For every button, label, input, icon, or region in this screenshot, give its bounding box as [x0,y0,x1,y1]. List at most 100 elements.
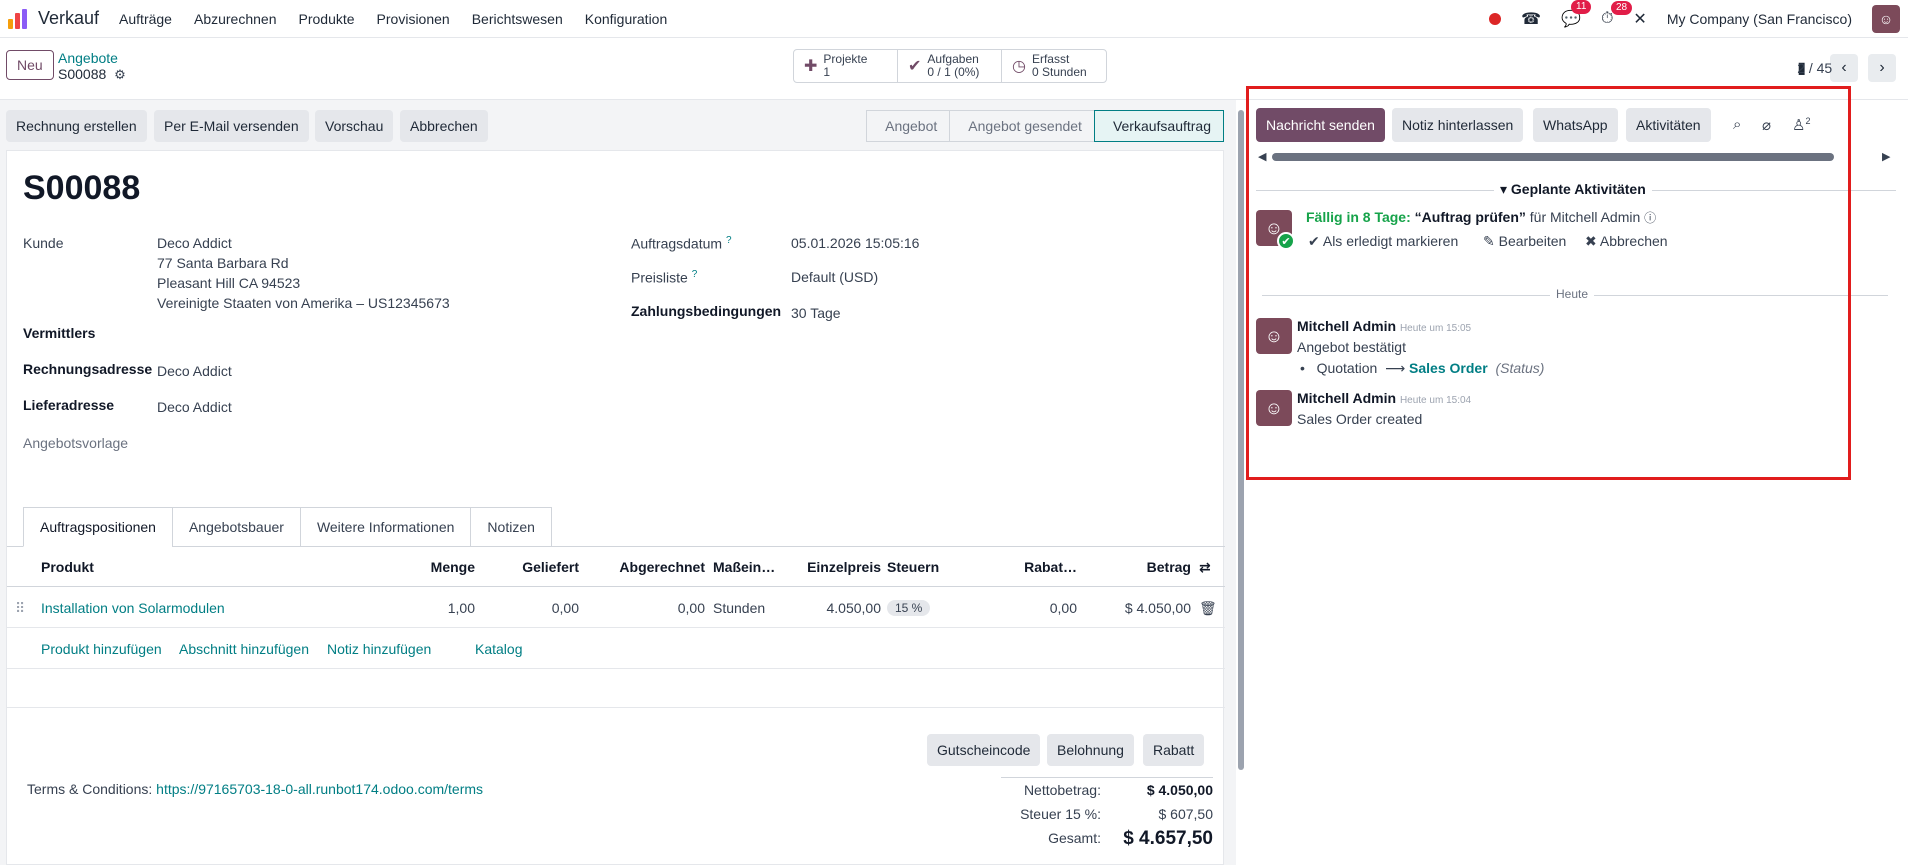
tasks-smart-button[interactable]: ✔ Aufgaben 0 / 1 (0%) [898,50,1002,82]
messages-icon[interactable]: 💬 11 [1561,0,1592,29]
menu-commissions[interactable]: Provisionen [377,11,450,27]
menu-to-invoice[interactable]: Abzurechnen [194,11,277,27]
reward-button[interactable]: Belohnung [1047,734,1134,766]
address-line-1: 77 Santa Barbara Rd [157,255,289,271]
phone-icon[interactable]: ☎ [1521,9,1541,29]
status-stages: Angebot Angebot gesendet Verkaufsauftrag [866,110,1224,142]
scroll-right-icon[interactable]: ▶ [1882,150,1890,163]
line-uom[interactable]: Stunden [713,588,765,628]
message-author[interactable]: Mitchell Admin [1297,318,1396,334]
line-invoiced: 0,00 [677,600,705,616]
info-icon[interactable]: ⓘ [1644,211,1656,225]
stage-quotation[interactable]: Angebot [866,110,951,142]
discount-button[interactable]: Rabatt [1143,734,1205,766]
edit-activity-link[interactable]: ✎ Bearbeiten [1483,233,1566,250]
invoice-address-field[interactable]: Deco Addict [157,363,232,379]
drag-handle-icon[interactable]: ⠿ [15,588,25,628]
help-icon[interactable]: ? [692,269,698,280]
menu-configuration[interactable]: Konfiguration [585,11,668,27]
order-lines-header: Produkt Menge Geliefert Abgerechnet Maße… [7,547,1225,587]
add-note-link[interactable]: Notiz hinzufügen [327,641,431,657]
col-unit-price[interactable]: Einzelpreis [777,547,881,587]
message-avatar[interactable]: ☺ [1256,390,1292,426]
form-scrollbar[interactable] [1236,100,1246,865]
coupon-button[interactable]: Gutscheincode [927,734,1041,766]
line-discount[interactable]: 0,00 [967,588,1077,628]
search-icon[interactable]: ⌕ [1733,116,1741,133]
planned-activities-title-text: Geplante Aktivitäten [1510,181,1646,197]
delivery-address-field[interactable]: Deco Addict [157,399,232,415]
horizontal-scrollbar[interactable] [1272,153,1834,161]
help-icon[interactable]: ? [726,235,732,246]
tab-other-info[interactable]: Weitere Informationen [299,507,472,547]
quotation-template-label: Angebotsvorlage [23,435,129,451]
tools-icon[interactable]: ✕ [1633,9,1646,29]
col-quantity[interactable]: Menge [387,547,475,587]
timesheet-smart-button[interactable]: ◷ Erfasst 0 Stunden [1002,50,1106,82]
catalog-link[interactable]: Katalog [475,641,522,657]
breadcrumb-parent-link[interactable]: Angebote [58,50,126,66]
line-product[interactable]: Installation von Solarmodulen [41,588,225,628]
customer-link[interactable]: Deco Addict [157,235,232,251]
send-email-button[interactable]: Per E-Mail versenden [154,110,309,142]
col-taxes[interactable]: Steuern [887,547,939,587]
col-invoiced[interactable]: Abgerechnet [581,547,705,587]
cancel-order-button[interactable]: Abbrechen [400,110,488,142]
followers-icon[interactable]: ♙2 [1792,116,1810,134]
top-navbar: Verkauf Aufträge Abzurechnen Produkte Pr… [0,0,1908,38]
message-author[interactable]: Mitchell Admin [1297,390,1396,406]
preview-button[interactable]: Vorschau [315,110,394,142]
col-uom[interactable]: Maßein… [713,547,775,587]
gear-icon[interactable]: ⚙ [114,67,126,82]
line-unit-price[interactable]: 4.050,00 [777,588,882,628]
paperclip-icon[interactable]: ⌀ [1762,116,1771,134]
line-delivered[interactable]: 0,00 [477,588,579,628]
tab-order-lines[interactable]: Auftragspositionen [23,507,173,547]
projects-label: Projekte [823,52,868,66]
col-delivered[interactable]: Geliefert [477,547,579,587]
pager-previous-button[interactable]: ‹ [1830,54,1858,82]
stage-sales-order[interactable]: Verkaufsauftrag [1093,110,1224,142]
menu-reporting[interactable]: Berichtswesen [472,11,563,27]
table-row[interactable]: ⠿ Installation von Solarmodulen 1,00 0,0… [7,588,1225,628]
cancel-activity-link[interactable]: ✖ Abbrechen [1585,233,1668,250]
add-product-link[interactable]: Produkt hinzufügen [41,641,162,657]
scrollbar-thumb[interactable] [1238,110,1244,770]
planned-activities-title[interactable]: ▾ Geplante Aktivitäten [1494,181,1652,198]
activities-button[interactable]: Aktivitäten [1626,108,1711,142]
log-note-button[interactable]: Notiz hinterlassen [1392,108,1524,142]
user-avatar[interactable]: ☺ [1872,5,1900,33]
menu-orders[interactable]: Aufträge [119,11,172,27]
add-section-link[interactable]: Abschnitt hinzufügen [179,641,309,657]
line-quantity[interactable]: 1,00 [387,588,475,628]
company-switcher[interactable]: My Company (San Francisco) [1667,11,1852,27]
create-invoice-button[interactable]: Rechnung erstellen [6,110,147,142]
col-product[interactable]: Produkt [41,547,94,587]
pager-value[interactable]: 2 / 45 [1797,60,1832,76]
app-name[interactable]: Verkauf [38,8,99,29]
sales-app-logo[interactable] [8,8,28,29]
order-date-field[interactable]: 05.01.2026 15:05:16 [791,235,919,251]
tab-quote-builder[interactable]: Angebotsbauer [171,507,301,547]
projects-smart-button[interactable]: ✚ Projekte 1 [794,50,898,82]
recording-indicator-icon[interactable] [1489,13,1502,25]
stage-quotation-sent[interactable]: Angebot gesendet [949,110,1095,142]
optional-columns-icon[interactable]: ⇄ [1199,547,1211,587]
tax-badge[interactable]: 15 % [887,600,931,616]
send-message-button[interactable]: Nachricht senden [1256,108,1385,142]
whatsapp-button[interactable]: WhatsApp [1533,108,1618,142]
col-amount[interactable]: Betrag [1087,547,1191,587]
tab-notes[interactable]: Notizen [470,507,552,547]
col-discount[interactable]: Rabat… [967,547,1077,587]
pager-next-button[interactable]: › [1868,54,1896,82]
menu-products[interactable]: Produkte [299,11,355,27]
scroll-left-icon[interactable]: ◀ [1258,150,1266,163]
activities-clock-icon[interactable]: ⏱ 28 [1601,1,1633,28]
terms-link[interactable]: https://97165703-18-0-all.runbot174.odoo… [156,781,483,797]
payment-terms-field[interactable]: 30 Tage [791,305,841,321]
mark-done-link[interactable]: ✔ Als erledigt markieren [1308,233,1458,250]
pricelist-field[interactable]: Default (USD) [791,269,878,285]
trash-icon[interactable]: 🗑 [1199,588,1217,628]
message-avatar[interactable]: ☺ [1256,318,1292,354]
new-button[interactable]: Neu [6,50,54,80]
